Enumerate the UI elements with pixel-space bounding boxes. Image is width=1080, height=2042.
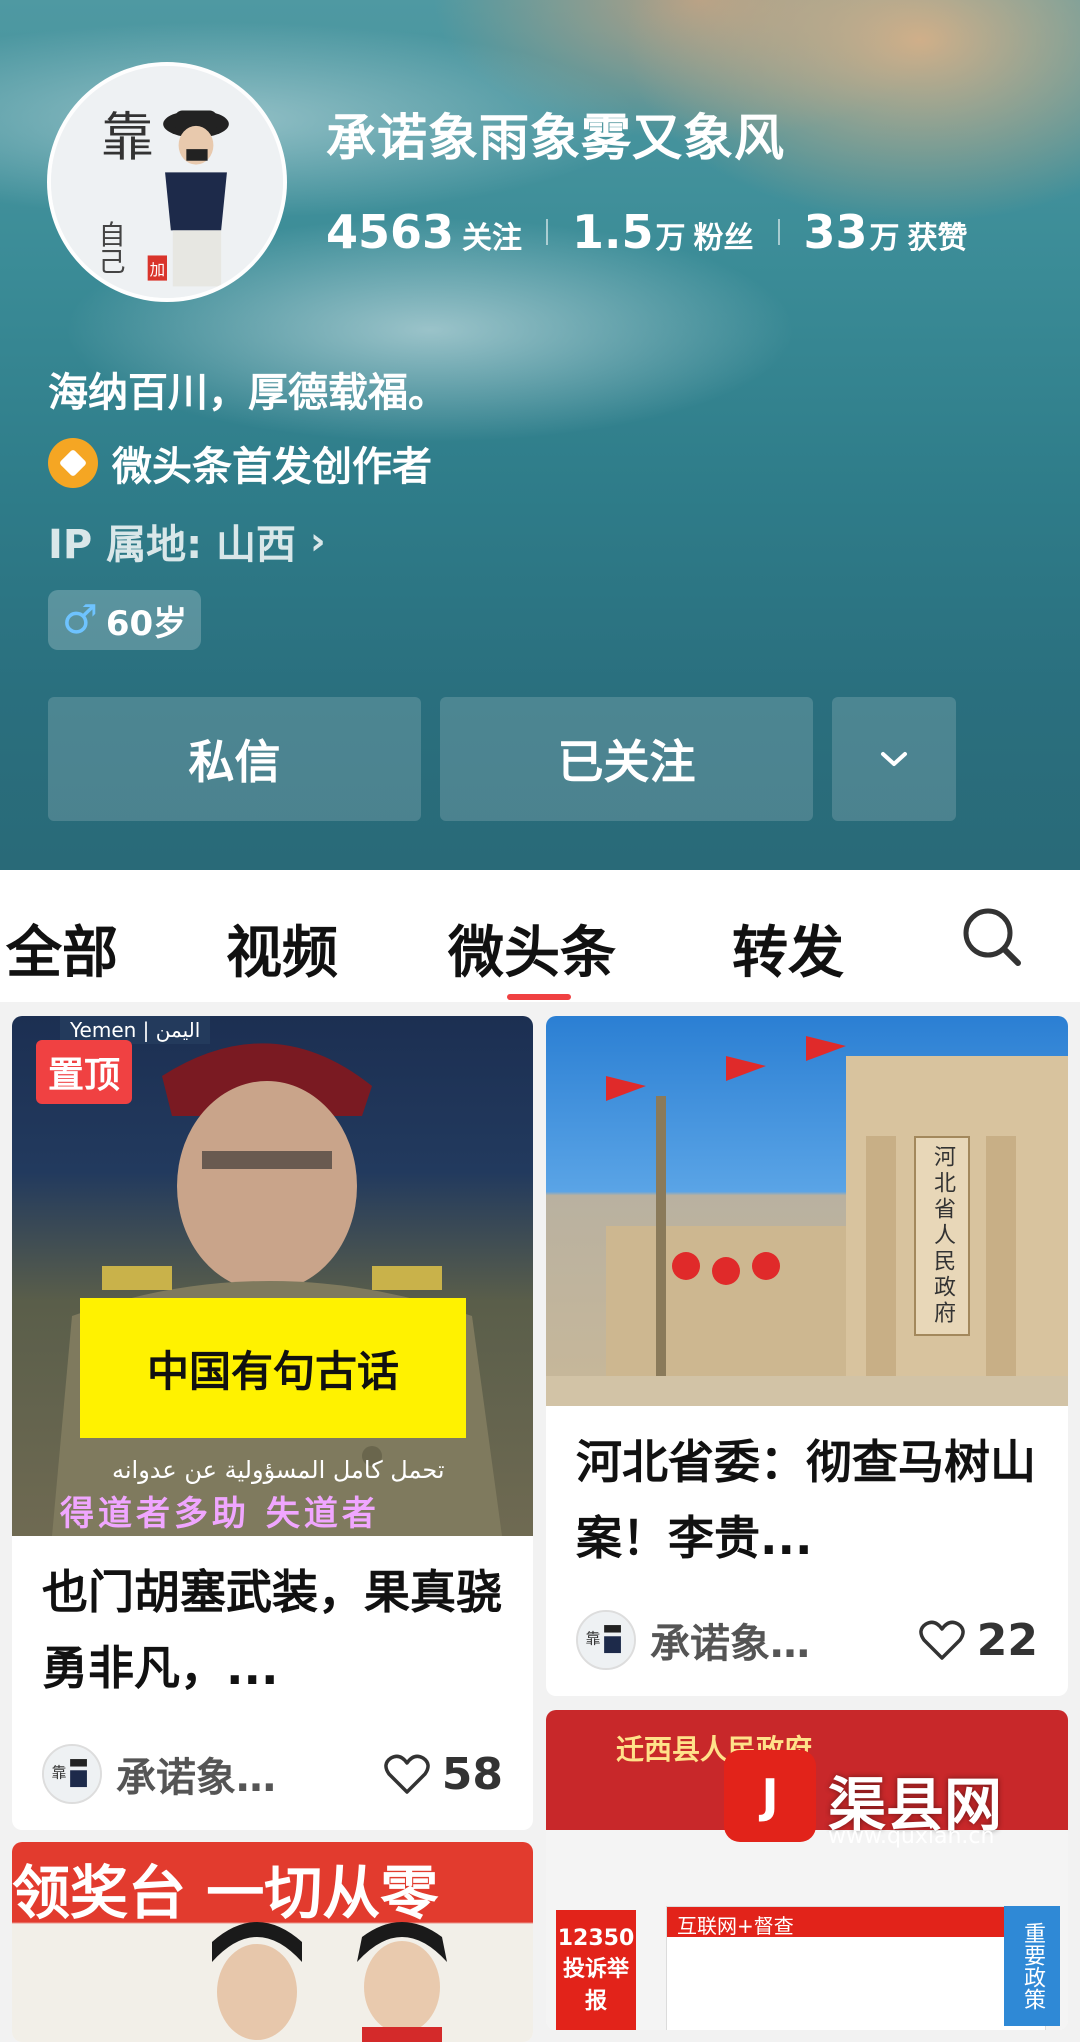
more-options-button[interactable] bbox=[832, 697, 956, 821]
post-meta: 靠 承诺象… 58 bbox=[42, 1742, 503, 1806]
username: 承诺象雨象雾又象风 bbox=[326, 109, 785, 167]
thumbnail-watermark: 得道者多助 失道者 bbox=[60, 1494, 380, 1534]
post-thumbnail: 迁西县人民政府 J 渠县网 www.quxian.cn 12350 投诉举报 互… bbox=[546, 1710, 1068, 2030]
heart-icon bbox=[919, 1620, 965, 1660]
avatar-calligraphy-top: 靠 bbox=[101, 108, 153, 168]
pinned-badge: 置顶 bbox=[36, 1040, 133, 1104]
post-meta: 靠 承诺象… 22 bbox=[576, 1608, 1038, 1672]
post-feed: Yemen | اليمن 置顶 中国有句古话 تحمل كامل المسؤو… bbox=[0, 1002, 1080, 2042]
bio: 海纳百川，厚德载福。 bbox=[48, 370, 448, 416]
stat-divider bbox=[777, 219, 780, 245]
profile-header: 靠 自己 加 承诺象雨象雾又象风 4563 关注 1.5 万 粉丝 33 万 获… bbox=[0, 0, 1080, 870]
content-tabs: 全部 视频 微头条 转发 bbox=[0, 870, 1080, 1002]
post-card[interactable]: 领奖台 一切从零 bbox=[12, 1842, 533, 2042]
post-thumbnail: Yemen | اليمن 置顶 中国有句古话 تحمل كامل المسؤو… bbox=[12, 1016, 533, 1536]
tab-video[interactable]: 视频 bbox=[226, 908, 338, 989]
following-count: 4563 bbox=[326, 205, 455, 259]
likes-unit: 万 bbox=[869, 221, 900, 256]
author-name[interactable]: 承诺象… bbox=[116, 1745, 384, 1803]
thumbnail-news-heading: 互联网+督查 bbox=[667, 1907, 1045, 1938]
people-photo bbox=[212, 1922, 447, 2042]
post-title: 河北省委：彻查马树山案！李贵... bbox=[576, 1435, 1036, 1565]
post-thumbnail: 河北省人民政府 bbox=[546, 1016, 1068, 1406]
like-button[interactable]: 58 bbox=[384, 1749, 503, 1800]
svg-text:靠: 靠 bbox=[585, 1630, 600, 1648]
search-icon bbox=[963, 908, 1021, 966]
likes-stat[interactable]: 33 万 获赞 bbox=[804, 205, 968, 259]
followers-label: 粉丝 bbox=[693, 221, 754, 256]
avatar-stamp: 加 bbox=[150, 261, 165, 279]
government-gate-image bbox=[546, 1036, 1068, 1406]
male-icon: ♂ bbox=[62, 597, 98, 643]
post-card[interactable]: Yemen | اليمن 置顶 中国有句古话 تحمل كامل المسؤو… bbox=[12, 1016, 533, 1830]
post-card[interactable]: 河北省人民政府 河北省委：彻查马树山案！李贵... 靠 承诺象… 22 bbox=[546, 1016, 1068, 1696]
author-avatar[interactable]: 靠 bbox=[576, 1610, 636, 1670]
creator-badge-icon bbox=[48, 438, 98, 488]
age-tag: ♂ 60岁 bbox=[48, 590, 202, 650]
tab-repost[interactable]: 转发 bbox=[732, 908, 844, 989]
following-label: 关注 bbox=[462, 221, 523, 256]
post-thumbnail: 领奖台 一切从零 bbox=[12, 1842, 533, 2042]
avatar[interactable]: 靠 自己 加 bbox=[47, 62, 287, 302]
profile-stats: 4563 关注 1.5 万 粉丝 33 万 获赞 bbox=[326, 205, 968, 259]
followers-unit: 万 bbox=[655, 221, 686, 256]
likes-count: 33 bbox=[803, 205, 868, 259]
post-title: 也门胡塞武装，果真骁勇非凡，... bbox=[42, 1565, 502, 1695]
like-count: 58 bbox=[441, 1748, 503, 1800]
message-button[interactable]: 私信 bbox=[48, 697, 421, 821]
building-sign: 河北省人民政府 bbox=[914, 1136, 970, 1336]
author-name[interactable]: 承诺象… bbox=[650, 1611, 919, 1669]
search-button[interactable] bbox=[960, 905, 1024, 969]
tab-all[interactable]: 全部 bbox=[6, 908, 118, 989]
active-tab-indicator bbox=[507, 994, 571, 1000]
post-card[interactable]: 迁西县人民政府 J 渠县网 www.quxian.cn 12350 投诉举报 互… bbox=[546, 1710, 1068, 2030]
chevron-down-icon bbox=[881, 752, 907, 766]
thumbnail-hotline: 12350 投诉举报 bbox=[556, 1910, 636, 2030]
creator-badge-row[interactable]: 微头条首发创作者 bbox=[48, 434, 432, 492]
heart-icon bbox=[384, 1754, 430, 1794]
like-button[interactable]: 22 bbox=[919, 1615, 1038, 1666]
ip-location-row[interactable]: IP 属地: 山西 › bbox=[48, 512, 326, 570]
ip-location: IP 属地: 山西 bbox=[48, 522, 297, 568]
creator-label: 微头条首发创作者 bbox=[112, 444, 432, 490]
thumbnail-news-panel: 互联网+督查 bbox=[666, 1906, 1046, 2030]
thumbnail-side-tag: 重要政策 bbox=[1004, 1906, 1060, 2026]
followers-stat[interactable]: 1.5 万 粉丝 bbox=[572, 205, 754, 259]
quxian-logo-icon: J bbox=[724, 1750, 816, 1842]
author-avatar[interactable]: 靠 bbox=[42, 1744, 102, 1804]
svg-text:靠: 靠 bbox=[51, 1764, 66, 1782]
follow-button[interactable]: 已关注 bbox=[440, 697, 813, 821]
thumbnail-subtitle: تحمل كامل المسؤولية عن عدوانه bbox=[112, 1456, 445, 1484]
like-count: 22 bbox=[976, 1614, 1038, 1666]
likes-label: 获赞 bbox=[907, 221, 968, 256]
tab-micro-post[interactable]: 微头条 bbox=[448, 908, 616, 989]
followers-count: 1.5 bbox=[572, 205, 654, 259]
thumbnail-caption: 中国有句古话 bbox=[80, 1298, 466, 1438]
stat-divider bbox=[546, 219, 549, 245]
avatar-calligraphy-bottom: 自己 bbox=[94, 220, 125, 274]
chevron-right-icon: › bbox=[310, 519, 326, 563]
watermark-site-url: www.quxian.cn bbox=[828, 1824, 995, 1849]
following-stat[interactable]: 4563 关注 bbox=[326, 205, 522, 259]
age-label: 60岁 bbox=[105, 603, 188, 644]
